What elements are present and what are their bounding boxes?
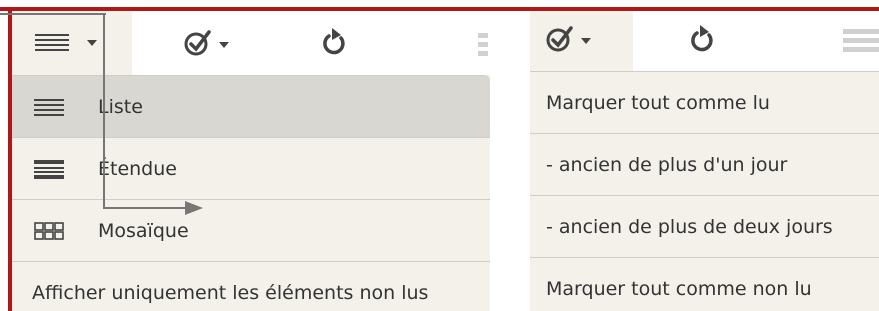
check-circle-button[interactable] <box>182 27 242 59</box>
highlight-border-top <box>0 7 879 11</box>
list-icon <box>34 97 64 117</box>
menu-item-older-than-one-day[interactable]: - ancien de plus d'un jour <box>530 133 879 195</box>
annotation-arrow-line <box>103 207 187 209</box>
menu-item-show-unread-only[interactable]: Afficher uniquement les éléments non lus <box>12 261 490 311</box>
menu-item-mark-all-read[interactable]: Marquer tout comme lu <box>530 71 879 133</box>
menu-item-mark-all-unread[interactable]: Marquer tout comme non lu <box>530 257 879 311</box>
menu-item-label: Étendue <box>98 157 177 180</box>
view-mode-dropdown-panel: Liste Étendue Mosaïque Afficher uniqueme… <box>12 11 490 311</box>
menu-item-label: Mosaïque <box>98 219 189 242</box>
annotation-arrowhead-icon <box>185 201 203 215</box>
menu-item-older-than-two-days[interactable]: - ancien de plus de deux jours <box>530 195 879 257</box>
view-mode-button[interactable] <box>12 11 132 75</box>
mark-read-dropdown-panel: Marquer tout comme lu - ancien de plus d… <box>530 11 879 311</box>
mosaic-grid-icon <box>34 221 64 241</box>
annotation-arrow-line <box>103 13 105 209</box>
check-circle-icon <box>546 26 573 52</box>
menu-item-label: - ancien de plus de deux jours <box>546 215 833 238</box>
caret-down-icon <box>219 42 229 48</box>
refresh-icon <box>691 25 713 52</box>
caret-down-icon <box>86 38 98 48</box>
menu-item-label: Afficher uniquement les éléments non lus <box>32 281 429 304</box>
menu-item-label: Marquer tout comme non lu <box>546 277 812 300</box>
drag-handle-icon[interactable] <box>843 29 879 56</box>
panel-gap <box>490 11 530 311</box>
left-toolbar-actions <box>132 11 490 75</box>
refresh-button[interactable] <box>686 22 718 56</box>
highlight-border-left <box>8 7 12 311</box>
refresh-icon <box>323 28 345 55</box>
menu-item-etendue[interactable]: Étendue <box>12 137 490 199</box>
menu-item-label: Marquer tout comme lu <box>546 91 770 114</box>
expanded-view-icon <box>34 159 64 179</box>
check-circle-icon <box>184 30 211 56</box>
left-toolbar <box>12 11 490 75</box>
list-icon <box>32 29 72 57</box>
caret-down-icon <box>581 38 591 44</box>
check-circle-button[interactable] <box>544 23 604 55</box>
menu-item-mosaique[interactable]: Mosaïque <box>12 199 490 261</box>
annotation-line <box>0 13 106 15</box>
refresh-button[interactable] <box>318 25 350 59</box>
drag-handle-icon[interactable] <box>478 33 488 60</box>
right-toolbar-actions <box>633 11 879 71</box>
menu-item-label: - ancien de plus d'un jour <box>546 153 788 176</box>
menu-item-liste[interactable]: Liste <box>12 75 490 137</box>
